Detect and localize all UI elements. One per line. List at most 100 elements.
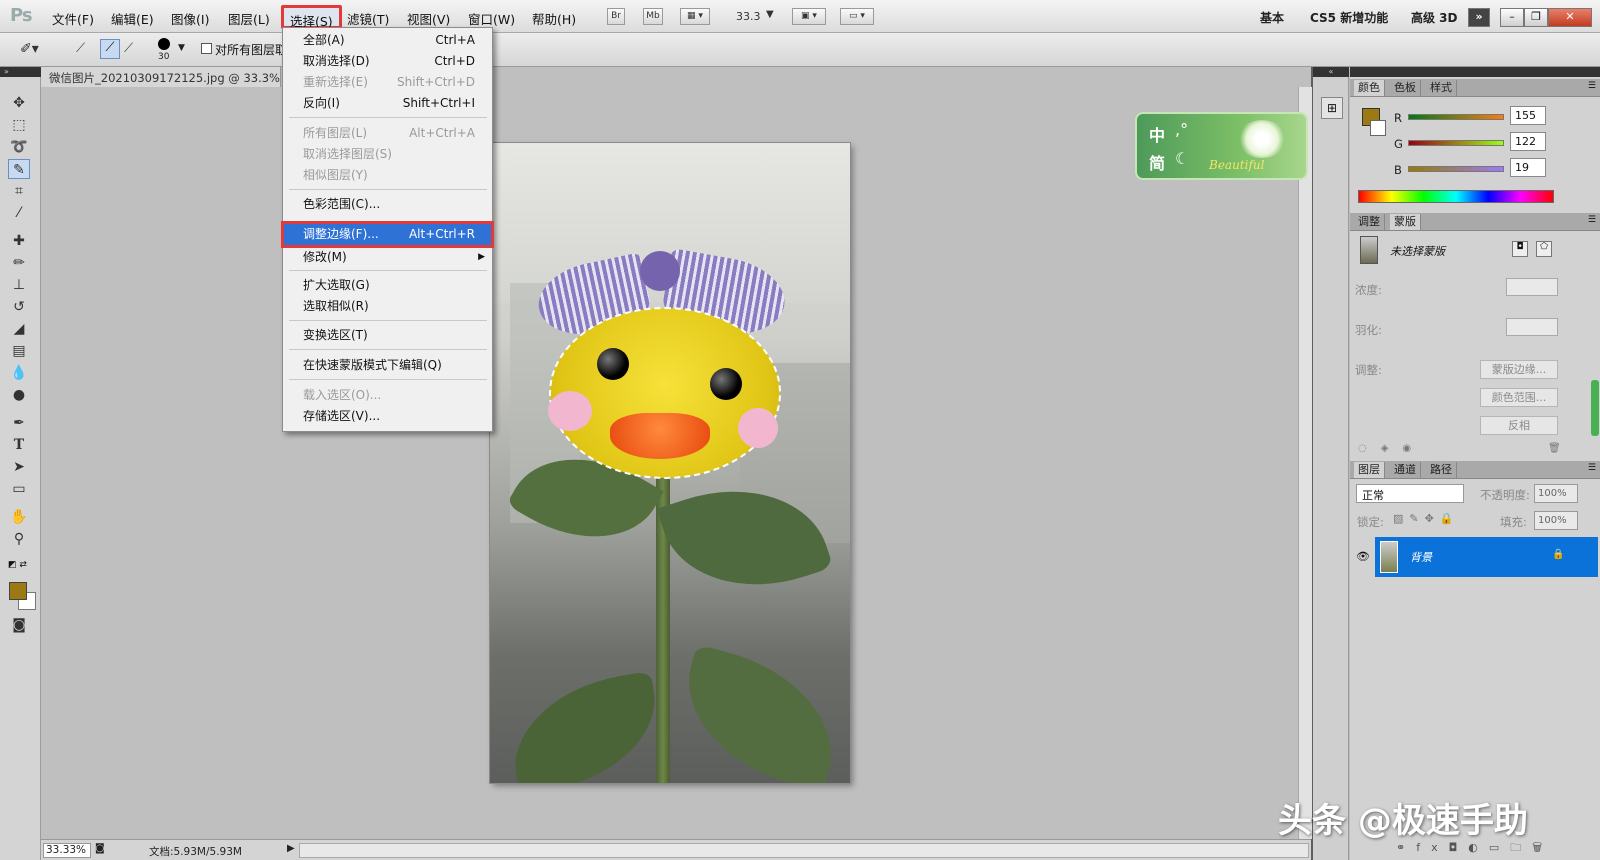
- menu-item-refine-edge[interactable]: 调整边缘(F)... Alt+Ctrl+R: [281, 221, 494, 248]
- menu-select[interactable]: 选择(S): [281, 5, 342, 29]
- tab-color[interactable]: 颜色: [1354, 80, 1385, 96]
- r-value-input[interactable]: 155: [1510, 106, 1546, 125]
- menu-item-load-selection[interactable]: 载入选区(O)...: [284, 386, 491, 405]
- panel-menu-icon[interactable]: ☰: [1588, 463, 1596, 473]
- g-value-input[interactable]: 122: [1510, 132, 1546, 151]
- lasso-tool-icon[interactable]: ➰: [8, 137, 30, 157]
- status-menu-arrow-icon[interactable]: ▶: [287, 843, 295, 854]
- eraser-tool-icon[interactable]: ◢: [8, 319, 30, 339]
- workspace-3d[interactable]: 高级 3D: [1411, 9, 1458, 26]
- menu-filter[interactable]: 滤镜(T): [347, 9, 389, 28]
- ime-widget[interactable]: 中 ,° 简 ☾ Beautiful: [1135, 112, 1308, 180]
- zoom-level[interactable]: 33.3: [736, 10, 761, 23]
- blur-tool-icon[interactable]: 💧: [8, 363, 30, 383]
- ime-zh[interactable]: 中: [1149, 122, 1165, 146]
- eyedropper-tool-icon[interactable]: ⁄: [8, 203, 30, 223]
- bridge-button[interactable]: Br: [607, 8, 625, 25]
- menu-item-similar-layers[interactable]: 相似图层(Y): [284, 166, 491, 185]
- hand-tool-icon[interactable]: ✋: [8, 507, 30, 527]
- tab-styles[interactable]: 样式: [1426, 80, 1457, 96]
- more-workspaces-icon[interactable]: »: [1468, 8, 1490, 27]
- brush-preview-icon[interactable]: [158, 38, 170, 50]
- menu-item-all-layers[interactable]: 所有图层(L) Alt+Ctrl+A: [284, 124, 491, 143]
- clone-stamp-tool-icon[interactable]: ⊥: [8, 275, 30, 295]
- menu-item-transform-selection[interactable]: 变换选区(T): [284, 326, 491, 345]
- menu-item-grow[interactable]: 扩大选取(G): [284, 276, 491, 295]
- new-selection-icon[interactable]: ⟋: [76, 41, 85, 56]
- crop-tool-icon[interactable]: ⌗: [8, 181, 30, 201]
- menu-item-save-selection[interactable]: 存储选区(V)...: [284, 407, 491, 426]
- add-to-selection-icon[interactable]: ⟋: [100, 39, 120, 59]
- menu-item-modify[interactable]: 修改(M) ▶: [284, 248, 491, 267]
- menu-item-all[interactable]: 全部(A) Ctrl+A: [284, 31, 491, 50]
- quick-selection-tool-icon[interactable]: ✎: [8, 159, 30, 179]
- menu-help[interactable]: 帮助(H): [532, 9, 576, 28]
- quick-selection-tool-preset-icon[interactable]: ✐▾: [20, 41, 39, 57]
- workspace-essentials[interactable]: 基本: [1260, 9, 1284, 26]
- mask-edge-button[interactable]: 蒙版边缘...: [1480, 360, 1558, 379]
- ime-punct-icon[interactable]: ,°: [1175, 120, 1188, 139]
- history-panel-icon[interactable]: ⊞: [1321, 97, 1343, 119]
- minimize-button[interactable]: –: [1500, 8, 1524, 27]
- brush-dropdown-icon[interactable]: ▼: [178, 43, 185, 53]
- color-panel-background-swatch[interactable]: [1370, 120, 1386, 136]
- move-tool-icon[interactable]: ✥: [8, 93, 30, 113]
- healing-brush-tool-icon[interactable]: ✚: [8, 231, 30, 251]
- menu-item-reselect[interactable]: 重新选择(E) Shift+Ctrl+D: [284, 73, 491, 92]
- add-vector-mask-icon[interactable]: ⬠: [1536, 241, 1552, 257]
- menu-edit[interactable]: 编辑(E): [111, 9, 154, 28]
- status-info-icon[interactable]: ◙: [95, 843, 105, 854]
- blend-mode-select[interactable]: 正常: [1356, 484, 1464, 503]
- foreground-color-swatch[interactable]: [9, 582, 27, 600]
- menu-image[interactable]: 图像(I): [171, 9, 209, 28]
- horizontal-scrollbar[interactable]: [299, 843, 1309, 858]
- lock-icons[interactable]: ▨✎✥🔒: [1393, 512, 1460, 525]
- mask-panel-footer-icons[interactable]: ◌◈◉: [1358, 443, 1425, 454]
- ime-jian[interactable]: 简: [1149, 150, 1165, 174]
- default-colors-icon[interactable]: ◩ ⇄: [8, 560, 27, 570]
- status-zoom[interactable]: 33.33%: [43, 843, 91, 858]
- subtract-from-selection-icon[interactable]: ⟋: [124, 41, 133, 56]
- dock-collapse-icon[interactable]: «: [1313, 67, 1349, 77]
- color-range-button[interactable]: 颜色范围...: [1480, 388, 1558, 407]
- arrange-documents-button[interactable]: ▣ ▾: [792, 8, 826, 25]
- menu-item-color-range[interactable]: 色彩范围(C)...: [284, 195, 491, 214]
- zoom-dropdown-icon[interactable]: ▼: [766, 9, 774, 20]
- moon-icon[interactable]: ☾: [1175, 149, 1189, 168]
- feather-input[interactable]: [1506, 318, 1558, 336]
- fill-input[interactable]: 100%: [1534, 511, 1578, 530]
- opacity-input[interactable]: 100%: [1534, 484, 1578, 503]
- tab-masks[interactable]: 蒙版: [1390, 214, 1421, 230]
- restore-button[interactable]: ❐: [1524, 8, 1548, 27]
- screen-mode-button[interactable]: ▭ ▾: [840, 8, 874, 25]
- tab-channels[interactable]: 通道: [1390, 462, 1421, 478]
- workspace-cs5-new[interactable]: CS5 新增功能: [1310, 9, 1388, 26]
- layer-name[interactable]: 背景: [1410, 549, 1432, 565]
- layer-row-background[interactable]: 👁 背景 🔒: [1351, 537, 1598, 577]
- add-pixel-mask-icon[interactable]: ◘: [1512, 241, 1528, 257]
- path-selection-tool-icon[interactable]: ➤: [8, 457, 30, 477]
- menu-item-quick-mask[interactable]: 在快速蒙版模式下编辑(Q): [284, 356, 491, 375]
- visibility-eye-icon[interactable]: 👁: [1351, 537, 1375, 577]
- menu-item-deselect-layers[interactable]: 取消选择图层(S): [284, 145, 491, 164]
- tab-adjustments[interactable]: 调整: [1354, 214, 1385, 230]
- menu-view[interactable]: 视图(V): [407, 9, 450, 28]
- shape-tool-icon[interactable]: ▭: [8, 479, 30, 499]
- zoom-tool-icon[interactable]: ⚲: [8, 529, 30, 549]
- tab-swatches[interactable]: 色板: [1390, 80, 1421, 96]
- history-brush-tool-icon[interactable]: ↺: [8, 297, 30, 317]
- panel-scroll-thumb[interactable]: [1591, 380, 1599, 436]
- b-value-input[interactable]: 19: [1510, 158, 1546, 177]
- extras-button[interactable]: ▦ ▾: [680, 8, 710, 25]
- menu-file[interactable]: 文件(F): [52, 9, 94, 28]
- document-tab[interactable]: 微信图片_20210309172125.jpg @ 33.3%(RGB/8): [41, 67, 281, 87]
- r-slider[interactable]: [1408, 114, 1504, 120]
- panel-menu-icon[interactable]: ☰: [1588, 215, 1596, 225]
- vertical-scrollbar[interactable]: [1298, 87, 1312, 839]
- sample-all-layers-checkbox[interactable]: [201, 43, 212, 54]
- gradient-tool-icon[interactable]: ▤: [8, 341, 30, 361]
- menu-layer[interactable]: 图层(L): [228, 9, 270, 28]
- invert-button[interactable]: 反相: [1480, 416, 1558, 435]
- marquee-tool-icon[interactable]: ⬚: [8, 115, 30, 135]
- close-button[interactable]: ✕: [1548, 8, 1592, 27]
